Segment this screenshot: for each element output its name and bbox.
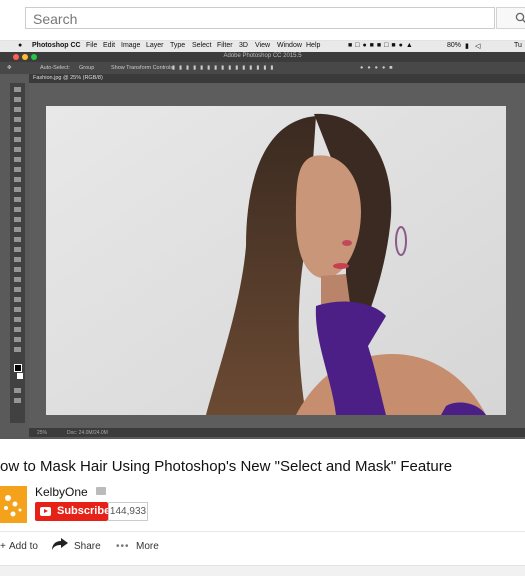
- battery-icon: ▮: [465, 43, 469, 50]
- status-icons: ■□●■■□■●▲: [348, 42, 416, 49]
- kelbyone-logo-icon: [4, 495, 22, 517]
- menu-edit: Edit: [103, 42, 116, 49]
- tool-icon[interactable]: [14, 297, 21, 302]
- tool-icon[interactable]: [14, 157, 21, 162]
- tool-icon[interactable]: [14, 237, 21, 242]
- menu-type: Type: [170, 42, 186, 49]
- clock: Tu: [514, 42, 522, 49]
- tool-icon[interactable]: [14, 147, 21, 152]
- channel-avatar[interactable]: [0, 486, 27, 523]
- foreground-color-icon[interactable]: [14, 364, 22, 372]
- add-to-button[interactable]: Add to: [9, 541, 38, 552]
- menu-image: Image: [121, 42, 141, 49]
- tool-icon[interactable]: [14, 127, 21, 132]
- options-bar: ✥ Auto-Select: Group Show Transform Cont…: [0, 62, 525, 74]
- photoshop-title: Adobe Photoshop CC 2015.5: [223, 53, 302, 59]
- share-button[interactable]: Share: [74, 541, 101, 552]
- menu-file: File: [86, 42, 98, 49]
- move-tool-icon[interactable]: ✥: [7, 65, 12, 71]
- menu-window: Window: [277, 42, 302, 49]
- search-button[interactable]: [496, 7, 525, 29]
- more-button[interactable]: More: [136, 541, 159, 552]
- tool-icon[interactable]: [14, 197, 21, 202]
- tool-icon[interactable]: [14, 247, 21, 252]
- search-placeholder: Search: [33, 11, 78, 27]
- tool-icon[interactable]: [14, 347, 21, 352]
- tool-icon[interactable]: [14, 167, 21, 172]
- bottom-strip: [0, 565, 525, 576]
- tool-icon[interactable]: [14, 287, 21, 292]
- mac-menu-bar: ● Photoshop CC File Edit Image Layer Typ…: [0, 41, 525, 52]
- tool-icon[interactable]: [14, 388, 21, 393]
- apple-icon: ●: [18, 42, 23, 49]
- more-icon[interactable]: •••: [116, 541, 130, 552]
- add-to-icon[interactable]: +: [0, 541, 6, 552]
- menu-select: Select: [192, 42, 212, 49]
- tool-icon[interactable]: [14, 107, 21, 112]
- photoshop-titlebar: Adobe Photoshop CC 2015.5: [0, 52, 525, 62]
- tool-icon[interactable]: [14, 217, 21, 222]
- auto-select-label[interactable]: Auto-Select:: [40, 65, 70, 71]
- divider: [0, 531, 525, 532]
- tool-icon[interactable]: [14, 267, 21, 272]
- tool-icon[interactable]: [14, 137, 21, 142]
- tool-icon[interactable]: [14, 257, 21, 262]
- video-title: ow to Mask Hair Using Photoshop's New "S…: [0, 458, 453, 475]
- tools-panel: [10, 83, 25, 423]
- menu-view: View: [255, 42, 271, 49]
- portrait-image: [46, 106, 506, 415]
- menu-help: Help: [306, 42, 321, 49]
- tool-icon[interactable]: [14, 307, 21, 312]
- tool-icon[interactable]: [14, 207, 21, 212]
- search-input[interactable]: Search: [25, 7, 495, 29]
- tool-icon[interactable]: [14, 337, 21, 342]
- subscriber-count: 144,933: [108, 502, 148, 521]
- doc-size: Doc: 24.0M/24.0M: [67, 430, 108, 436]
- transform-controls[interactable]: Show Transform Controls: [111, 65, 173, 71]
- tool-icon[interactable]: [14, 317, 21, 322]
- share-icon[interactable]: [52, 538, 68, 553]
- tool-icon[interactable]: [14, 87, 21, 92]
- channel-name[interactable]: KelbyOne: [35, 485, 88, 499]
- subscribe-button[interactable]: Subscribe: [35, 502, 111, 521]
- masthead: Search: [0, 0, 525, 41]
- tool-icon[interactable]: [14, 177, 21, 182]
- zoom-level: 25%: [37, 430, 48, 436]
- tool-icon[interactable]: [14, 97, 21, 102]
- tool-icon[interactable]: [14, 187, 21, 192]
- video-player[interactable]: ● Photoshop CC File Edit Image Layer Typ…: [0, 41, 525, 439]
- subscribe-label: Subscribe: [57, 505, 111, 517]
- menu-layer: Layer: [146, 42, 164, 49]
- 3d-icons: ●●●●■: [360, 65, 397, 71]
- align-icons: ▮▮▮▮▮▮▮▮▮▮▮▮▮▮▮: [172, 65, 278, 71]
- document-tab[interactable]: Fashion.jpg @ 25% (RGB/8): [29, 74, 525, 83]
- document-canvas[interactable]: [46, 106, 506, 415]
- tool-icon[interactable]: [14, 327, 21, 332]
- tool-icon[interactable]: [14, 117, 21, 122]
- verified-icon: [96, 487, 106, 495]
- battery-percent: 80%: [447, 42, 462, 49]
- status-bar: 25% Doc: 24.0M/24.0M: [29, 428, 525, 437]
- tool-icon[interactable]: [14, 398, 21, 403]
- background-color-icon[interactable]: [17, 373, 23, 379]
- youtube-play-icon: [40, 507, 51, 516]
- volume-icon: ◁: [475, 43, 481, 50]
- menu-3d: 3D: [239, 42, 248, 49]
- search-icon: [515, 12, 525, 23]
- menu-filter: Filter: [217, 42, 233, 49]
- tool-icon[interactable]: [14, 277, 21, 282]
- group-select[interactable]: Group: [79, 65, 94, 71]
- document-tab-label: Fashion.jpg @ 25% (RGB/8): [33, 75, 103, 81]
- tool-icon[interactable]: [14, 227, 21, 232]
- menu-app: Photoshop CC: [32, 42, 81, 49]
